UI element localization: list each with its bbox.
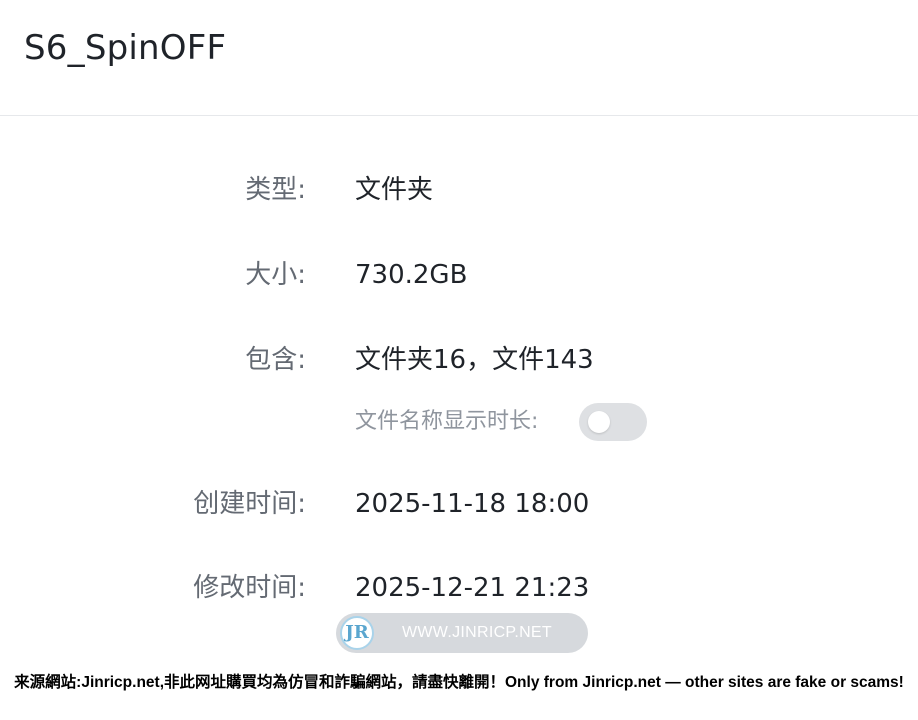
created-label: 创建时间: [193, 489, 306, 519]
header: S6_SpinOFF [0, 0, 918, 116]
contains-label: 包含: [245, 345, 306, 375]
size-label: 大小: [245, 260, 306, 290]
detail-row-modified: 修改时间: 2025-12-21 21:23 [0, 568, 918, 608]
modified-value: 2025-12-21 21:23 [355, 573, 590, 603]
watermark-text: WWW.JINRICP.NET [402, 624, 552, 641]
source-notice: 来源網站:Jinricp.net,非此网址購買均為仿冒和詐騙網站，請盡快離開！O… [14, 674, 904, 691]
watermark-badge: JR WWW.JINRICP.NET [336, 613, 588, 653]
page-title: S6_SpinOFF [24, 28, 227, 68]
contains-value: 文件夹16，文件143 [355, 345, 594, 375]
display-duration-label: 文件名称显示时长: [355, 409, 539, 434]
detail-row-type: 类型: 文件夹 [0, 170, 918, 210]
size-value: 730.2GB [355, 260, 468, 290]
toggle-knob [588, 411, 610, 433]
watermark-logo-icon: JR [340, 616, 374, 650]
created-value: 2025-11-18 18:00 [355, 489, 590, 519]
detail-row-created: 创建时间: 2025-11-18 18:00 [0, 484, 918, 524]
type-value: 文件夹 [355, 175, 434, 205]
detail-row-size: 大小: 730.2GB [0, 255, 918, 295]
display-duration-setting: 文件名称显示时长: [355, 402, 675, 442]
display-duration-toggle[interactable] [579, 403, 647, 441]
type-label: 类型: [245, 175, 306, 205]
modified-label: 修改时间: [193, 573, 306, 603]
detail-row-contains: 包含: 文件夹16，文件143 [0, 340, 918, 380]
